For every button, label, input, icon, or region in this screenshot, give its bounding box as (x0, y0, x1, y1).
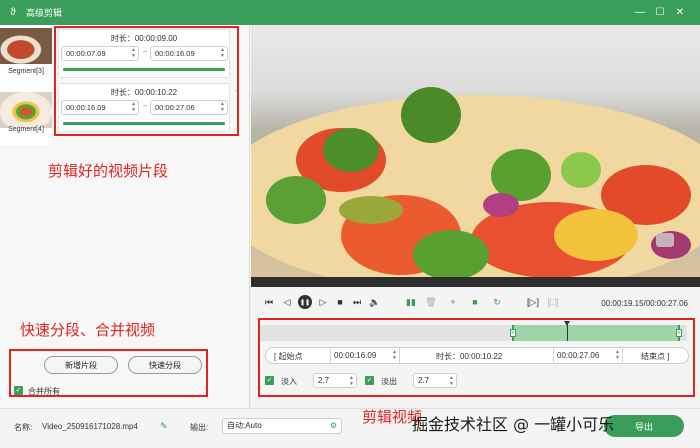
output-label: 输出: (190, 423, 209, 432)
annotation-box-edit (258, 318, 695, 397)
edit-name-icon[interactable]: ✎ (160, 421, 168, 432)
video-preview[interactable] (251, 25, 700, 287)
minimize-icon[interactable]: — (634, 6, 646, 18)
player-controls: ⏮ ◁ ❚❚ ▷ ■ ⏭ 🔈 ▮▮ 🗑 + ■ ↻ [▷] [□] 00:00:… (251, 287, 700, 319)
close-icon[interactable]: ✕ (674, 6, 686, 18)
output-select[interactable]: 自动;Auto ⚙ (222, 418, 342, 434)
name-label: 名称: (14, 423, 33, 432)
prev-frame-icon[interactable]: ⏮ (263, 296, 275, 308)
add-icon[interactable]: + (447, 296, 459, 308)
annotation-box-segments (54, 26, 239, 136)
stop-icon[interactable]: ■ (334, 296, 346, 308)
copy-icon[interactable]: ■ (469, 296, 481, 308)
video-bottom-strip (251, 277, 700, 287)
file-name: Video_250916171028.mp4 (42, 422, 138, 431)
window-title: 高级剪辑 (26, 8, 63, 18)
video-frame (251, 25, 700, 287)
gear-icon[interactable]: ⚙ (330, 419, 337, 433)
annotation-quick-split-merge: 快速分段、合并视频 (20, 321, 156, 339)
reset-icon[interactable]: ↻ (491, 296, 503, 308)
mark-out-icon[interactable]: [□] (547, 296, 559, 308)
app-logo-icon: ϑ (10, 7, 16, 18)
segment-label: Segment[3] (8, 68, 44, 75)
step-forward-icon[interactable]: ▷ (317, 296, 329, 308)
split-icon[interactable]: ▮▮ (405, 296, 417, 308)
thumbnail-column: Segment[3] Segment[4] (0, 25, 52, 145)
volume-icon[interactable]: 🔈 (369, 296, 381, 308)
pause-button[interactable]: ❚❚ (298, 295, 312, 309)
delete-icon[interactable]: 🗑 (425, 296, 437, 308)
step-back-icon[interactable]: ◁ (281, 296, 293, 308)
segment-thumbnail[interactable] (0, 92, 52, 128)
next-frame-icon[interactable]: ⏭ (351, 296, 363, 308)
annotation-box-actions (9, 349, 208, 397)
segment-thumbnail[interactable] (0, 28, 52, 64)
watermark: 掘金技术社区 @ 一罐小可乐 (412, 415, 615, 434)
current-time-readout: 00:00:19.15/00:00:27.06 (601, 299, 688, 308)
segment-label: Segment[4] (8, 126, 44, 133)
mark-in-icon[interactable]: [▷] (527, 296, 539, 308)
title-bar: ϑ 高级剪辑 — ☐ ✕ (0, 0, 700, 25)
maximize-icon[interactable]: ☐ (654, 6, 666, 18)
export-button[interactable]: 导出 (604, 415, 684, 437)
annotation-clipped-segments: 剪辑好的视频片段 (48, 162, 169, 180)
